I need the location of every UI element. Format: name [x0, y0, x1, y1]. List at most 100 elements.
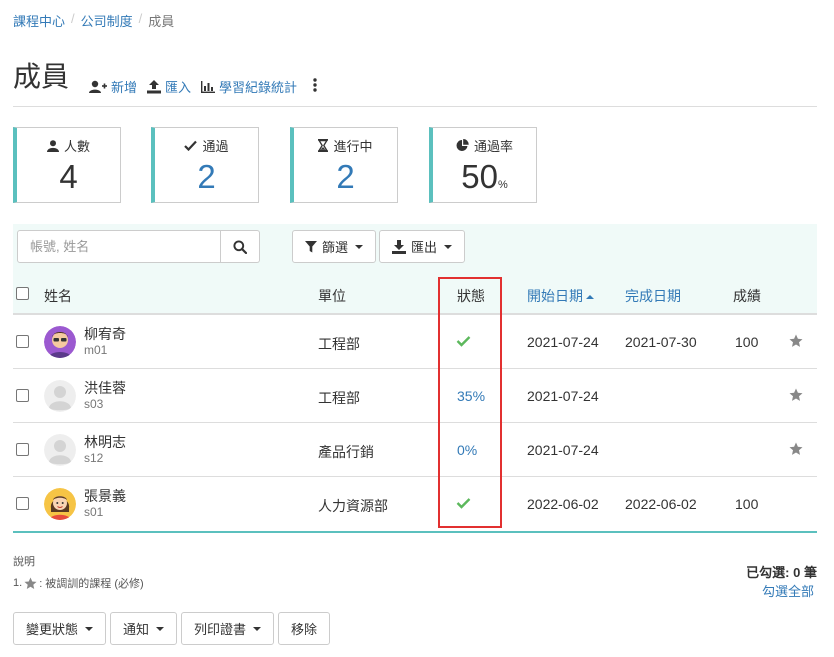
more-vertical-icon — [313, 78, 317, 92]
pass-rate-unit: % — [497, 179, 508, 191]
end-date: 2021-07-30 — [625, 334, 697, 350]
avatar — [44, 488, 76, 520]
member-account: s03 — [84, 397, 104, 411]
caret-down-icon — [355, 244, 364, 249]
change-status-button[interactable]: 變更狀態 — [13, 612, 107, 645]
download-icon — [392, 239, 406, 254]
more-options-button[interactable] — [307, 78, 323, 95]
start-date: 2021-07-24 — [527, 388, 599, 404]
column-unit[interactable]: 單位 — [318, 286, 346, 306]
member-unit: 產品行銷 — [318, 444, 374, 460]
member-unit: 工程部 — [318, 390, 360, 406]
learning-stats-label: 學習紀錄統計 — [219, 80, 298, 95]
table-row[interactable]: 林明志 s12 產品行銷 0% 2021-07-24 — [13, 423, 817, 477]
member-unit: 人力資源部 — [318, 498, 388, 514]
member-account: m01 — [84, 343, 108, 357]
column-score[interactable]: 成績 — [733, 286, 761, 306]
star-icon — [24, 576, 37, 589]
avatar — [44, 434, 76, 466]
notify-button[interactable]: 通知 — [110, 612, 178, 645]
add-member-button[interactable]: 新增 — [89, 77, 137, 96]
stat-card-pass-rate: 通過率 50% — [429, 127, 537, 203]
member-name[interactable]: 張景義 — [84, 486, 126, 506]
pie-chart-icon — [456, 139, 469, 151]
filter-dropdown-button[interactable]: 篩選 — [292, 230, 377, 263]
required-star-icon[interactable] — [789, 334, 803, 351]
caret-down-icon — [156, 626, 165, 631]
select-all-link[interactable]: 勾選全部 — [762, 581, 814, 600]
row-checkbox[interactable] — [16, 389, 29, 402]
select-all-checkbox[interactable] — [16, 287, 29, 300]
filter-label: 篩選 — [322, 240, 349, 255]
header-toolbar: 新增 匯入 學習紀錄統計 — [89, 77, 323, 96]
selected-count-value: 0 — [793, 565, 801, 580]
change-status-label: 變更狀態 — [26, 622, 79, 637]
caret-down-icon — [85, 626, 94, 631]
column-end-date[interactable]: 完成日期 — [625, 286, 681, 306]
learning-stats-button[interactable]: 學習紀錄統計 — [201, 77, 297, 96]
breadcrumb-separator: / — [138, 11, 143, 26]
column-name[interactable]: 姓名 — [44, 286, 72, 306]
stat-value: 4 — [59, 158, 78, 195]
row-checkbox[interactable] — [16, 335, 29, 348]
breadcrumb-course[interactable]: 公司制度 — [81, 11, 133, 30]
stat-value: 2 — [336, 158, 355, 195]
stat-card-in-progress: 進行中 2 — [290, 127, 398, 203]
search-button[interactable] — [221, 230, 260, 263]
notes-item-number: 1. — [13, 577, 23, 589]
member-name[interactable]: 洪佳蓉 — [84, 378, 126, 398]
caret-down-icon — [444, 244, 453, 249]
avatar-image — [44, 488, 76, 520]
bulk-actions: 變更狀態 通知 列印證書 移除 — [13, 612, 331, 645]
search-input[interactable] — [17, 230, 221, 263]
add-member-label: 新增 — [111, 80, 138, 95]
stat-label: 進行中 — [333, 139, 373, 154]
import-button[interactable]: 匯入 — [147, 77, 191, 96]
filter-bar: 篩選 匯出 — [13, 224, 817, 273]
stat-card-passed: 通過 2 — [151, 127, 259, 203]
breadcrumb-course-center[interactable]: 課程中心 — [13, 11, 65, 30]
caret-down-icon — [253, 626, 262, 631]
table-header: 姓名 單位 狀態 開始日期 完成日期 成績 — [13, 273, 817, 315]
selected-count-unit: 筆 — [803, 565, 817, 580]
score: 100 — [735, 496, 759, 512]
export-label: 匯出 — [411, 240, 438, 255]
stat-value: 2 — [197, 158, 216, 195]
export-dropdown-button[interactable]: 匯出 — [379, 230, 466, 263]
member-name[interactable]: 柳宥奇 — [84, 324, 126, 344]
table-row[interactable]: 柳宥奇 m01 工程部 2021-07-24 2021-07-30 100 — [13, 315, 817, 369]
member-name[interactable]: 林明志 — [84, 432, 126, 452]
member-account: s01 — [84, 505, 104, 519]
notes-title: 說明 — [13, 556, 35, 568]
check-icon — [184, 140, 198, 151]
avatar-image — [44, 326, 76, 358]
add-user-icon — [89, 80, 108, 93]
stat-value: 50% — [433, 157, 536, 205]
selected-count-label: 已勾選: — [746, 565, 790, 580]
remove-button[interactable]: 移除 — [278, 612, 331, 645]
bar-chart-icon — [201, 80, 216, 93]
status-column-highlight — [438, 277, 502, 528]
stat-label: 人數 — [63, 139, 90, 154]
column-start-date-label: 開始日期 — [527, 288, 583, 304]
table-row[interactable]: 張景義 s01 人力資源部 2022-06-02 2022-06-02 100 — [13, 477, 817, 531]
filter-icon — [305, 240, 317, 252]
column-start-date[interactable]: 開始日期 — [527, 286, 594, 306]
pass-rate-number: 50 — [461, 158, 498, 195]
print-certificate-button[interactable]: 列印證書 — [181, 612, 275, 645]
table-row[interactable]: 洪佳蓉 s03 工程部 35% 2021-07-24 — [13, 369, 817, 423]
page-header: 成員 新增 匯入 學習紀錄統計 — [13, 60, 817, 107]
print-certificate-label: 列印證書 — [194, 622, 247, 637]
search-group — [17, 230, 260, 263]
default-avatar-icon — [44, 380, 76, 412]
start-date: 2022-06-02 — [527, 496, 599, 512]
breadcrumb: 課程中心 / 公司制度 / 成員 — [13, 11, 174, 30]
end-date: 2022-06-02 — [625, 496, 697, 512]
required-star-icon[interactable] — [789, 442, 803, 459]
upload-icon — [147, 79, 162, 93]
row-checkbox[interactable] — [16, 443, 29, 456]
notes-item: 1. : 被調訓的課程 (必修) — [13, 575, 144, 591]
row-checkbox[interactable] — [16, 497, 29, 510]
required-star-icon[interactable] — [789, 388, 803, 405]
hourglass-icon — [318, 139, 329, 152]
